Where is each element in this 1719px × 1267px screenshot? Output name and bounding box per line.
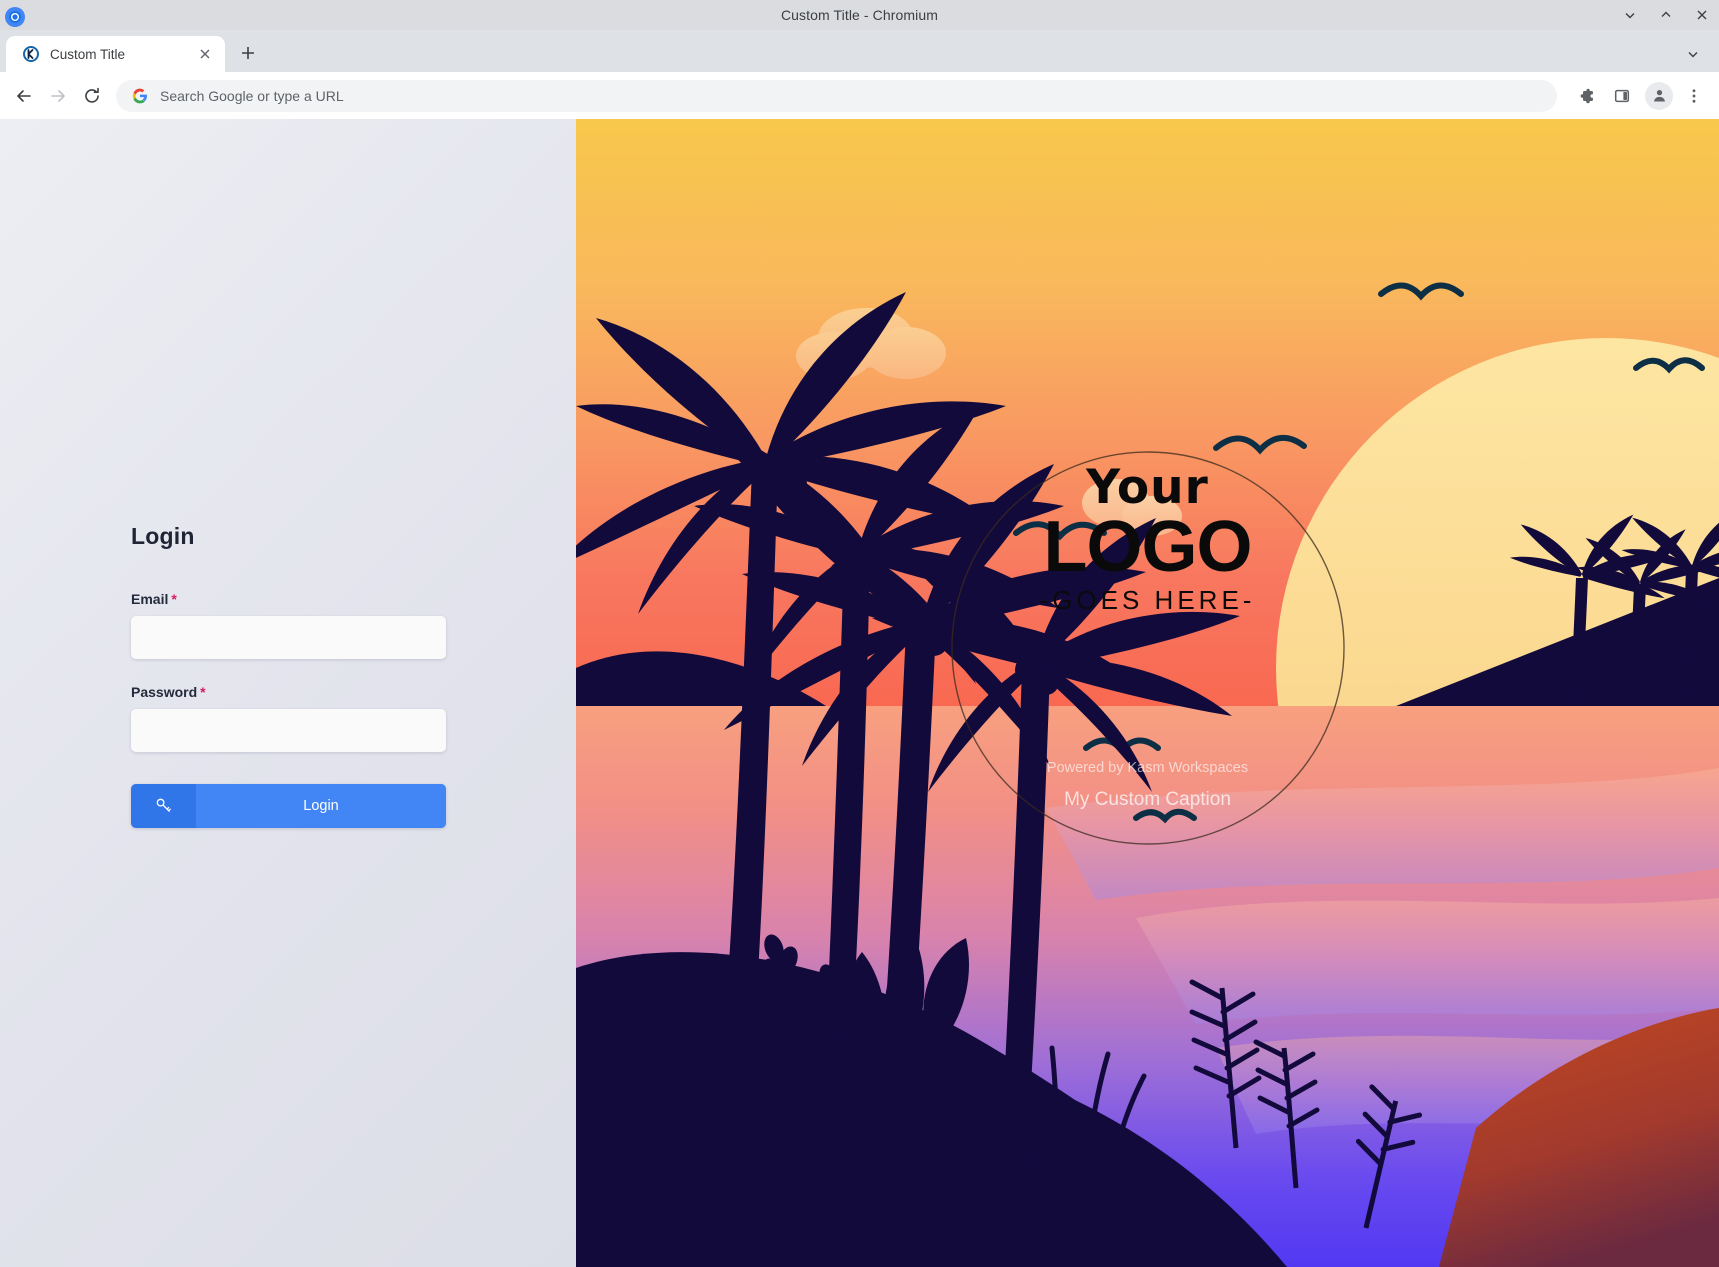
- tab-custom-title[interactable]: Custom Title: [6, 36, 225, 72]
- email-label: Email*: [131, 591, 446, 607]
- tab-close-icon[interactable]: [195, 44, 215, 64]
- maximize-button[interactable]: [1657, 6, 1675, 24]
- profile-avatar-icon[interactable]: [1645, 82, 1673, 110]
- close-button[interactable]: [1693, 6, 1711, 24]
- tab-title: Custom Title: [50, 47, 185, 62]
- login-button[interactable]: Login: [131, 784, 446, 828]
- window-title: Custom Title - Chromium: [781, 7, 938, 23]
- page-title: Login: [131, 523, 446, 550]
- password-label: Password*: [131, 684, 446, 700]
- back-arrow-icon[interactable]: [8, 80, 40, 112]
- tab-strip: Custom Title: [0, 30, 1719, 72]
- password-label-text: Password: [131, 684, 197, 700]
- google-g-icon: [132, 88, 148, 104]
- chromium-logo-icon: [4, 6, 26, 28]
- kasm-logo-icon: [22, 45, 40, 63]
- browser-toolbar: Search Google or type a URL: [0, 72, 1719, 119]
- password-input[interactable]: [131, 709, 446, 752]
- email-label-text: Email: [131, 591, 168, 607]
- browser-window: Custom Title - Chromium: [0, 0, 1719, 1267]
- puzzle-piece-icon[interactable]: [1571, 81, 1601, 111]
- required-marker: *: [200, 684, 205, 700]
- password-field-group: Password*: [131, 684, 446, 752]
- branding-panel: Your LOGO -GOES HERE- Powered by Kasm Wo…: [576, 119, 1719, 1267]
- required-marker: *: [171, 591, 176, 607]
- sunset-beach-artwork: [576, 119, 1719, 1267]
- login-button-label: Login: [196, 784, 446, 828]
- address-bar[interactable]: Search Google or type a URL: [116, 80, 1557, 112]
- login-form: Login Email* Password*: [131, 523, 446, 828]
- window-controls: [1621, 0, 1711, 30]
- new-tab-button[interactable]: [231, 36, 265, 70]
- login-panel: Login Email* Password*: [0, 119, 576, 1267]
- forward-arrow-icon[interactable]: [42, 80, 74, 112]
- key-icon: [131, 784, 196, 828]
- title-bar: Custom Title - Chromium: [0, 0, 1719, 30]
- address-bar-placeholder: Search Google or type a URL: [160, 88, 344, 104]
- email-input[interactable]: [131, 616, 446, 659]
- tab-search-button[interactable]: [1681, 42, 1705, 66]
- page-viewport: Login Email* Password*: [0, 119, 1719, 1267]
- reload-icon[interactable]: [76, 80, 108, 112]
- three-dot-menu-icon[interactable]: [1679, 81, 1709, 111]
- side-panel-icon[interactable]: [1607, 81, 1637, 111]
- minimize-button[interactable]: [1621, 6, 1639, 24]
- email-field-group: Email*: [131, 591, 446, 659]
